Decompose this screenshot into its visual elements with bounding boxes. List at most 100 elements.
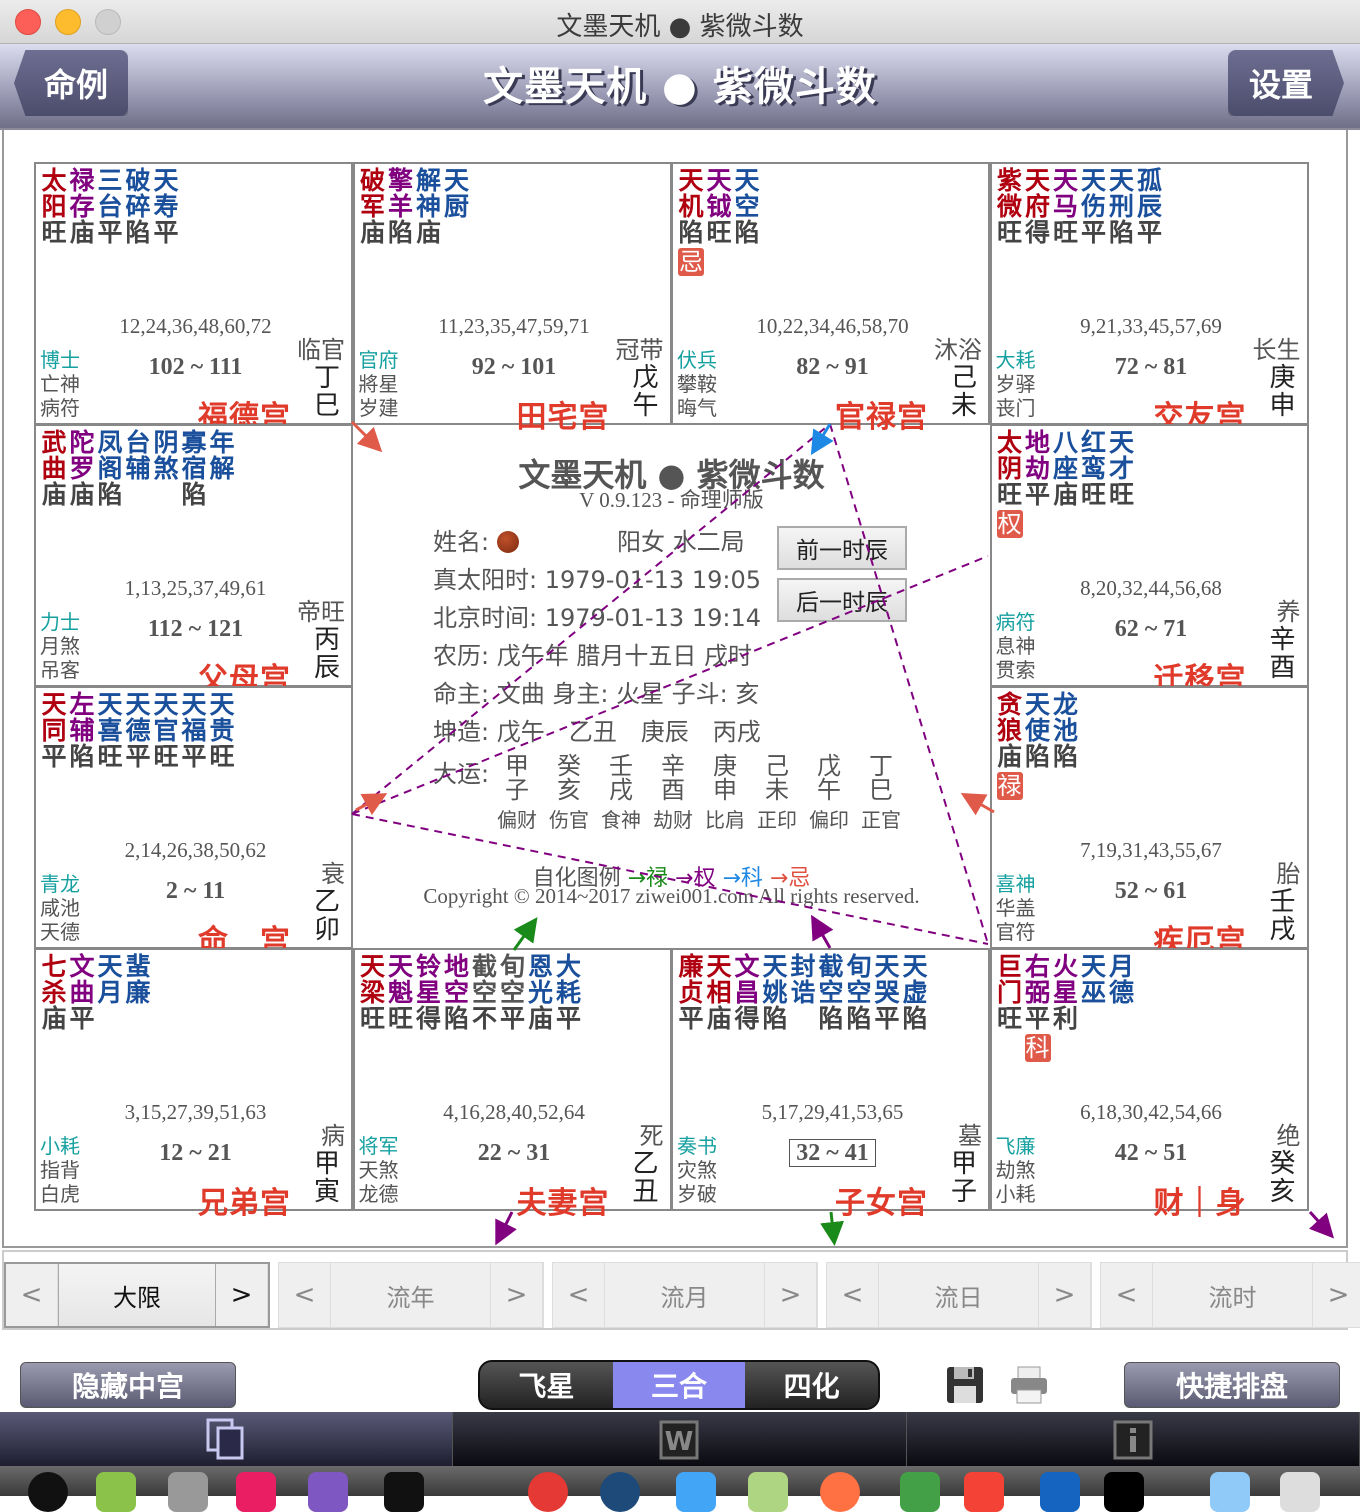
period-label[interactable]: 大限 <box>58 1264 216 1326</box>
star[interactable]: 武曲庙 <box>40 430 68 508</box>
star[interactable]: 台辅 <box>124 430 152 508</box>
period-next-button[interactable]: > <box>1313 1263 1360 1327</box>
period-prev-button[interactable]: < <box>827 1263 879 1327</box>
tab-wiki[interactable]: W <box>453 1412 907 1466</box>
palace-wu[interactable]: 破军庙擎羊陷解神庙天厨 11,23,35,47,59,71 92 ~ 101 官府將… <box>352 162 672 435</box>
star[interactable]: 天同平 <box>40 692 68 770</box>
finder-folder-icon[interactable] <box>1210 1472 1250 1512</box>
star[interactable]: 天厨 <box>443 168 471 246</box>
star[interactable]: 截空不 <box>471 954 499 1032</box>
printer-icon[interactable] <box>1008 1364 1050 1406</box>
star[interactable]: 三台平 <box>96 168 124 246</box>
star[interactable]: 陀罗庙 <box>68 430 96 508</box>
star[interactable]: 红鸾旺 <box>1080 430 1108 538</box>
star[interactable]: 解神庙 <box>415 168 443 246</box>
period-prev-button[interactable]: < <box>279 1263 331 1327</box>
ide-app-icon[interactable] <box>236 1472 276 1512</box>
mode-四化[interactable]: 四化 <box>745 1362 878 1408</box>
period-next-button[interactable]: > <box>216 1264 268 1326</box>
palace-hai[interactable]: 巨门旺右弼平科火星利天巫 月德 6,18,30,42,54,66 42 ~ 51 飞… <box>989 948 1311 1221</box>
ide-app-icon[interactable] <box>308 1472 348 1512</box>
palace-wei[interactable]: 天机陷忌天钺旺天空陷 10,22,34,46,58,70 82 ~ 91 伏兵 攀鞍 晦气… <box>671 162 990 435</box>
app-icon[interactable] <box>1280 1472 1320 1512</box>
palace-xu[interactable]: 贪狼庙禄天使陷龙池陷 7,19,31,43,55,67 52 ~ 61 喜神 华盖 官符胎… <box>989 686 1311 959</box>
star[interactable]: 阴煞 <box>152 430 180 508</box>
star[interactable]: 天空陷 <box>733 168 761 276</box>
star[interactable]: 旬空平 <box>499 954 527 1032</box>
star[interactable]: 天机陷忌 <box>677 168 705 276</box>
star[interactable]: 禄存庙 <box>68 168 96 246</box>
star[interactable]: 破军庙 <box>359 168 387 246</box>
palace-mao[interactable]: 天同平左辅陷天喜旺天德平天官旺天福平天贵旺 2,14,26,38,50,62 2 ~… <box>34 686 355 959</box>
period-label[interactable]: 流日 <box>879 1263 1039 1327</box>
star[interactable]: 地空陷 <box>443 954 471 1032</box>
mode-三合[interactable]: 三合 <box>612 1362 746 1408</box>
palace-si[interactable]: 太阳旺禄存庙三台平破碎陷天寿平 12,24,36,48,60,72 102 ~ 11… <box>34 162 353 435</box>
star[interactable]: 七杀庙 <box>40 954 68 1032</box>
star[interactable]: 擎羊陷 <box>387 168 415 246</box>
daxian-range[interactable]: 52 ~ 61 <box>992 878 1311 905</box>
palace-zi[interactable]: 廉贞平天相庙文昌得天姚陷封诰 截空陷旬空陷天哭平天虚陷 5,17,29,41,53… <box>671 948 992 1221</box>
star[interactable]: 寡宿陷 <box>180 430 208 508</box>
next-hour-button[interactable]: 后一时辰 <box>777 578 907 622</box>
star[interactable]: 大耗平 <box>555 954 583 1032</box>
star[interactable]: 天使陷 <box>1024 692 1052 800</box>
star[interactable]: 月德 <box>1108 954 1136 1062</box>
hide-center-button[interactable]: 隐藏中宫 <box>20 1362 236 1408</box>
daxian-range[interactable]: 42 ~ 51 <box>992 1140 1311 1167</box>
daxian-range[interactable]: 2 ~ 11 <box>36 878 355 905</box>
app-icon[interactable] <box>748 1472 788 1512</box>
star[interactable]: 天德平 <box>124 692 152 770</box>
firefox-app-icon[interactable] <box>820 1472 860 1512</box>
star[interactable]: 天姚陷 <box>761 954 789 1032</box>
tab-info[interactable] <box>907 1412 1360 1466</box>
star[interactable]: 天福平 <box>180 692 208 770</box>
star[interactable]: 破碎陷 <box>124 168 152 246</box>
star[interactable]: 天巫 <box>1080 954 1108 1062</box>
period-next-button[interactable]: > <box>1039 1263 1091 1327</box>
daxian-range[interactable]: 22 ~ 31 <box>355 1140 674 1167</box>
app-icon[interactable] <box>1104 1472 1144 1512</box>
settings-button[interactable]: 设置 <box>1228 50 1344 116</box>
star[interactable]: 年解 <box>208 430 236 508</box>
star[interactable]: 紫微旺 <box>996 168 1024 246</box>
period-prev-button[interactable]: < <box>1101 1263 1153 1327</box>
period-next-button[interactable]: > <box>491 1263 543 1327</box>
star[interactable]: 天哭平 <box>873 954 901 1032</box>
star[interactable]: 铃星得 <box>415 954 443 1032</box>
star[interactable]: 巨门旺 <box>996 954 1024 1062</box>
period-next-button[interactable]: > <box>765 1263 817 1327</box>
star[interactable]: 封诰 <box>789 954 817 1032</box>
chrome-app-icon[interactable] <box>528 1472 568 1512</box>
app-icon[interactable] <box>168 1472 208 1512</box>
star[interactable]: 孤辰平 <box>1136 168 1164 246</box>
quick-chart-button[interactable]: 快捷排盘 <box>1124 1362 1340 1408</box>
app-icon[interactable] <box>900 1472 940 1512</box>
palace-chen[interactable]: 武曲庙陀罗庙凤阁陷台辅 阴煞 寡宿陷年解 1,13,25,37,49,61 112… <box>34 424 353 697</box>
star[interactable]: 天府得 <box>1024 168 1052 246</box>
mode-飞星[interactable]: 飞星 <box>480 1362 613 1408</box>
star[interactable]: 天魁旺 <box>387 954 415 1032</box>
star[interactable]: 火星利 <box>1052 954 1080 1062</box>
daxian-range[interactable]: 12 ~ 21 <box>36 1140 355 1167</box>
star[interactable]: 天才旺 <box>1108 430 1136 538</box>
star[interactable]: 文曲平 <box>68 954 96 1032</box>
star[interactable]: 天月 <box>96 954 124 1032</box>
star[interactable]: 廉贞平 <box>677 954 705 1032</box>
star[interactable]: 左辅陷 <box>68 692 96 770</box>
tab-charts[interactable] <box>0 1412 454 1466</box>
daxian-range[interactable]: 32 ~ 41 <box>673 1139 992 1167</box>
app-icon[interactable] <box>676 1472 716 1512</box>
star[interactable]: 右弼平科 <box>1024 954 1052 1062</box>
floppy-disk-icon[interactable] <box>944 1364 986 1406</box>
palace-yin[interactable]: 七杀庙文曲平天月 蜚廉 3,15,27,39,51,63 12 ~ 21 小耗 指背白… <box>34 948 355 1221</box>
palace-you[interactable]: 太阴旺权地劫平八座庙红鸾旺天才旺 8,20,32,44,56,68 62 ~ 71 病… <box>989 424 1309 697</box>
star[interactable]: 天寿平 <box>152 168 180 246</box>
star[interactable]: 天刑陷 <box>1108 168 1136 246</box>
terminal-app-icon[interactable] <box>384 1472 424 1512</box>
star[interactable]: 文昌得 <box>733 954 761 1032</box>
star[interactable]: 天梁旺 <box>359 954 387 1032</box>
period-label[interactable]: 流月 <box>605 1263 765 1327</box>
star[interactable]: 太阴旺权 <box>996 430 1024 538</box>
star[interactable]: 八座庙 <box>1052 430 1080 538</box>
